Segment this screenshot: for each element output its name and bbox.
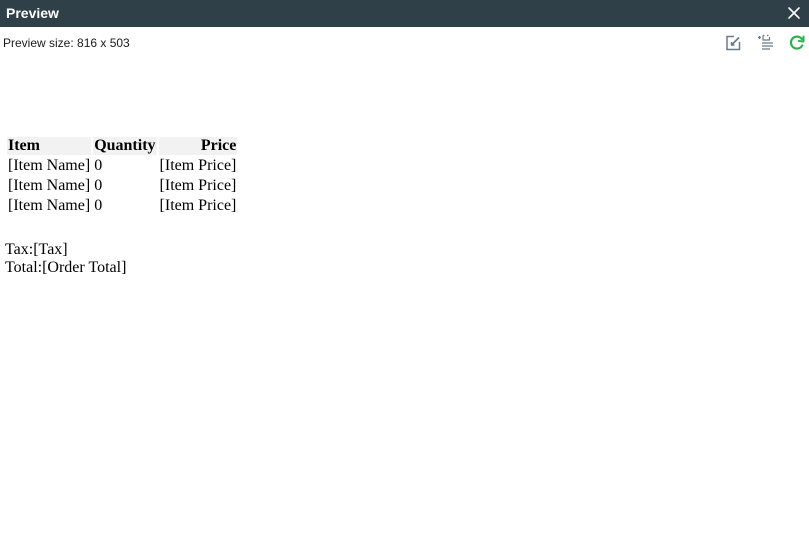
title-bar: Preview xyxy=(0,0,809,27)
preview-window: Preview Preview size: 816 x 503 Item Qua… xyxy=(0,0,809,560)
quantity-cell: 0 xyxy=(94,157,103,174)
column-header-price: Price xyxy=(158,137,238,155)
window-title: Preview xyxy=(6,5,59,21)
close-button[interactable] xyxy=(785,4,803,22)
column-header-item: Item xyxy=(7,137,92,155)
list-add-icon xyxy=(758,34,773,50)
edit-icon xyxy=(726,35,741,51)
close-icon xyxy=(788,7,800,19)
quantity-cell: 0 xyxy=(94,177,103,194)
price-cell: [Item Price] xyxy=(159,157,237,174)
refresh-button[interactable] xyxy=(788,34,806,52)
preview-toolbar: Preview size: 816 x 503 xyxy=(0,27,809,61)
preview-size-label: Preview size: 816 x 503 xyxy=(3,36,130,50)
column-header-quantity: Quantity xyxy=(93,137,157,155)
order-total-line: Total:[Order Total] xyxy=(5,259,127,276)
tax-line: Tax:[Tax] xyxy=(5,241,68,258)
list-add-button[interactable] xyxy=(757,34,775,52)
item-name-cell: [Item Name] xyxy=(8,157,91,174)
preview-canvas: Item Quantity Price [Item Name] 0 [Item … xyxy=(0,61,809,560)
item-name-cell: [Item Name] xyxy=(8,177,91,194)
price-cell: [Item Price] xyxy=(159,197,237,214)
refresh-icon xyxy=(789,35,805,50)
order-table: Item Quantity Price [Item Name] 0 [Item … xyxy=(5,135,239,217)
quantity-cell: 0 xyxy=(94,197,103,214)
table-row: [Item Name] 0 [Item Price] xyxy=(7,157,237,175)
edit-button[interactable] xyxy=(724,34,742,52)
price-cell: [Item Price] xyxy=(159,177,237,194)
table-row: [Item Name] 0 [Item Price] xyxy=(7,177,237,195)
table-row: [Item Name] 0 [Item Price] xyxy=(7,197,237,215)
item-name-cell: [Item Name] xyxy=(8,197,91,214)
order-totals: Tax:[Tax] Total:[Order Total] xyxy=(5,241,126,277)
table-header-row: Item Quantity Price xyxy=(7,137,238,155)
